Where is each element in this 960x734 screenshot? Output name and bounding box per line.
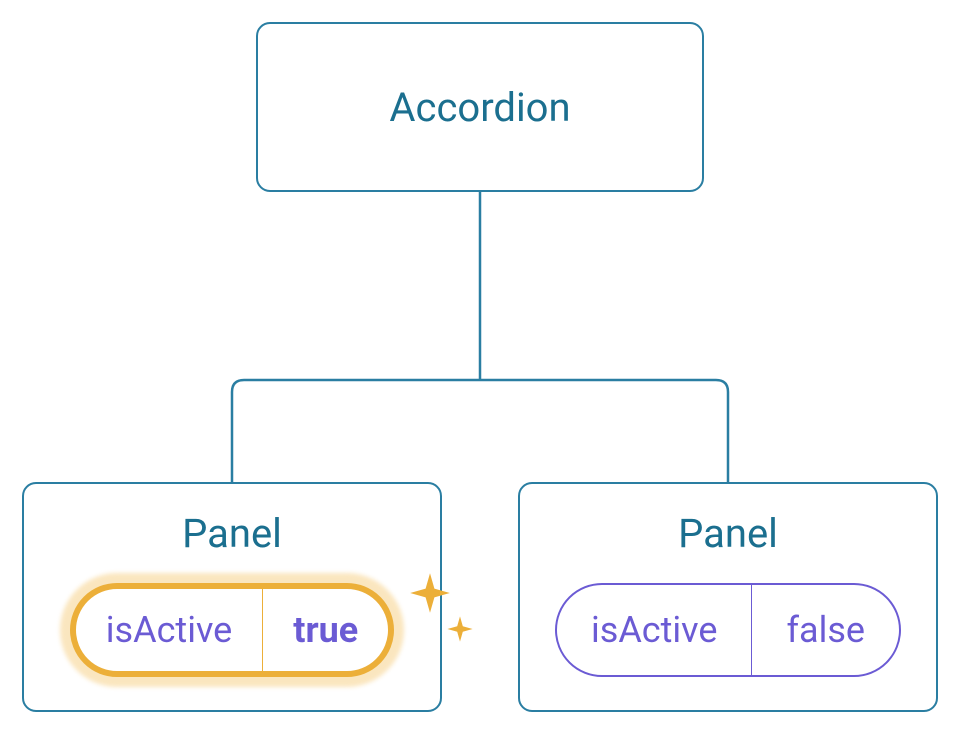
state-badge-inactive: isActive false — [555, 583, 901, 677]
panel-label: Panel — [182, 510, 282, 557]
sparkle-icon — [408, 571, 452, 615]
badge-wrap-inactive: isActive false — [555, 583, 901, 677]
panel-label: Panel — [678, 510, 778, 557]
state-badge-active: isActive true — [70, 583, 394, 677]
badge-key: isActive — [76, 589, 264, 671]
badge-wrap-active: isActive true — [70, 583, 394, 677]
panel-node-left: Panel isActive true — [22, 482, 442, 712]
badge-key: isActive — [557, 585, 753, 675]
badge-value: false — [752, 585, 899, 675]
accordion-label: Accordion — [389, 84, 570, 131]
panel-node-right: Panel isActive false — [518, 482, 938, 712]
sparkle-icon — [446, 615, 474, 643]
badge-value: true — [263, 589, 388, 671]
accordion-node: Accordion — [256, 22, 704, 192]
